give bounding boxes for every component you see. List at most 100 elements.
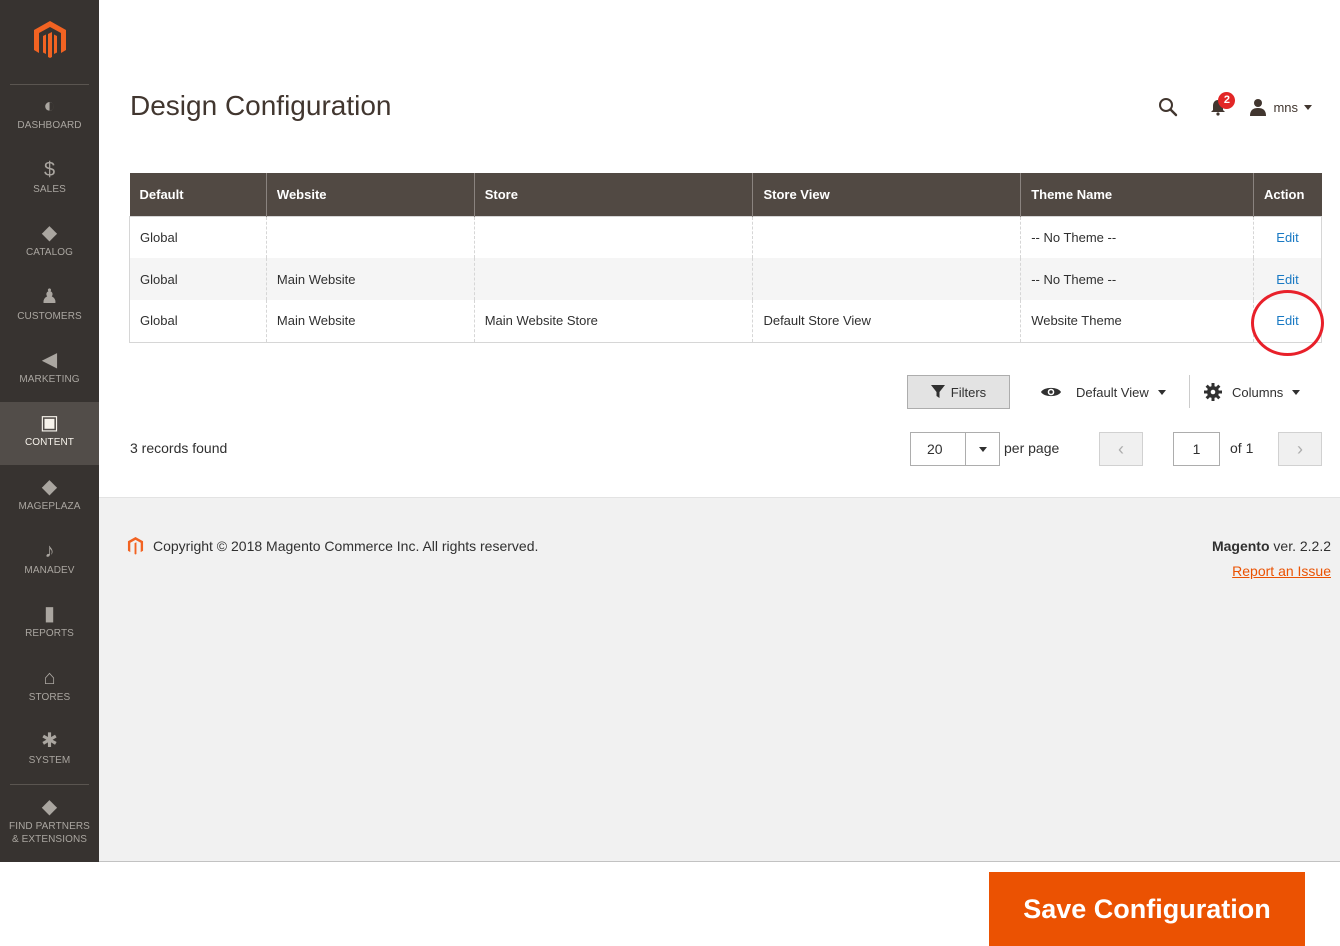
user-icon xyxy=(1250,99,1267,116)
sidebar-item-dashboard[interactable]: ◐ DASHBOARD xyxy=(0,85,99,148)
sidebar-item-manadev[interactable]: ♪ MANADEV xyxy=(0,530,99,593)
filter-icon xyxy=(930,385,945,398)
sidebar-item-system[interactable]: ✱ SYSTEM xyxy=(0,720,99,783)
next-page-button[interactable]: › xyxy=(1278,432,1322,466)
cell-website xyxy=(265,216,475,258)
sidebar-item-label: MARKETING xyxy=(19,374,80,385)
cell-default: Global xyxy=(129,258,267,300)
sidebar-item-mageplaza[interactable]: ◆ MAGEPLAZA xyxy=(0,466,99,529)
chevron-right-icon: › xyxy=(1297,438,1303,459)
sidebar-item-label: DASHBOARD xyxy=(17,120,82,131)
header-actions: 2 mns xyxy=(1153,92,1312,122)
table-row[interactable]: Global Main Website Main Website Store D… xyxy=(129,300,1322,343)
copyright-text: Copyright © 2018 Magento Commerce Inc. A… xyxy=(153,538,539,554)
per-page-toggle[interactable] xyxy=(966,433,999,465)
sidebar-item-label: STORES xyxy=(28,692,71,703)
cell-theme-name: -- No Theme -- xyxy=(1020,216,1254,258)
columns-selector[interactable]: Columns xyxy=(1204,380,1301,404)
magento-logo-icon[interactable] xyxy=(32,20,68,60)
cell-website: Main Website xyxy=(265,300,475,343)
per-page-select[interactable]: 20 xyxy=(910,432,1000,466)
brand-name: Magento xyxy=(1211,538,1270,554)
edit-link[interactable]: Edit xyxy=(1276,230,1298,245)
highlight-annotation-circle xyxy=(1251,290,1324,356)
view-label: Default View xyxy=(1076,384,1149,400)
column-header-website[interactable]: Website xyxy=(265,173,475,216)
sidebar-item-find-partners[interactable]: ◆ FIND PARTNERS & EXTENSIONS xyxy=(0,786,99,856)
column-header-default[interactable]: Default xyxy=(129,173,267,216)
cell-store: Main Website Store xyxy=(473,300,753,343)
edit-link[interactable]: Edit xyxy=(1276,272,1298,287)
column-header-store[interactable]: Store xyxy=(473,173,753,216)
sidebar-item-label: SYSTEM xyxy=(28,755,71,766)
gear-icon xyxy=(1204,383,1222,401)
sidebar-item-label: MANADEV xyxy=(24,565,75,576)
sidebar-item-label: FIND PARTNERS xyxy=(9,821,90,832)
table-row[interactable]: Global -- No Theme -- Edit xyxy=(130,216,1322,258)
chevron-down-icon xyxy=(1292,389,1301,395)
column-header-theme-name[interactable]: Theme Name xyxy=(1020,173,1254,216)
filters-button[interactable]: Filters xyxy=(907,375,1010,409)
report-issue-link[interactable]: Report an Issue xyxy=(1232,563,1331,579)
sidebar-item-label-line2: & EXTENSIONS xyxy=(11,834,88,845)
sidebar-item-sales[interactable]: $ SALES xyxy=(0,149,99,212)
chevron-down-icon xyxy=(1304,104,1312,110)
magento-logo-icon xyxy=(127,537,144,555)
dollar-icon: $ xyxy=(43,159,56,181)
user-account-menu[interactable]: mns xyxy=(1249,98,1312,116)
user-name: mns xyxy=(1273,99,1298,115)
cell-store-view: Default Store View xyxy=(752,300,1021,343)
storefront-icon: ⌂ xyxy=(43,667,56,689)
cell-store-view xyxy=(752,216,1021,258)
global-search-button[interactable] xyxy=(1153,92,1183,122)
sidebar-item-label: MAGEPLAZA xyxy=(18,501,81,512)
sidebar-item-label: CATALOG xyxy=(25,247,73,258)
sidebar-item-content[interactable]: ▣ CONTENT xyxy=(0,402,99,465)
chevron-down-icon xyxy=(1157,389,1166,395)
filters-label: Filters xyxy=(950,384,987,400)
chevron-left-icon: ‹ xyxy=(1118,438,1124,459)
admin-sidebar: ◐ DASHBOARD $ SALES ◆ CATALOG ♟ CUSTOMER… xyxy=(0,0,99,862)
cell-action: Edit xyxy=(1252,216,1322,258)
sidebar-divider xyxy=(10,784,89,785)
sidebar-item-customers[interactable]: ♟ CUSTOMERS xyxy=(0,276,99,339)
view-selector[interactable]: Default View xyxy=(1040,380,1166,404)
blocks-icon: ◆ xyxy=(41,796,58,818)
cell-store-view xyxy=(752,258,1021,300)
column-header-store-view[interactable]: Store View xyxy=(752,173,1021,216)
sidebar-item-label: CONTENT xyxy=(24,437,75,448)
cell-default: Global xyxy=(140,229,178,245)
columns-label: Columns xyxy=(1232,384,1284,400)
layout-icon: ▣ xyxy=(40,412,59,434)
sidebar-item-reports[interactable]: ▮ REPORTS xyxy=(0,593,99,656)
sidebar-item-stores[interactable]: ⌂ STORES xyxy=(0,657,99,720)
page-footer: Copyright © 2018 Magento Commerce Inc. A… xyxy=(99,497,1340,862)
design-config-grid: Default Website Store Store View Theme N… xyxy=(129,173,1322,343)
eye-icon xyxy=(1041,387,1061,397)
bar-chart-icon: ▮ xyxy=(43,603,55,625)
sidebar-item-catalog[interactable]: ◆ CATALOG xyxy=(0,212,99,275)
music-note-icon: ♪ xyxy=(44,540,55,562)
column-header-action: Action xyxy=(1252,173,1322,216)
sidebar-item-label: REPORTS xyxy=(25,628,74,639)
cell-theme-name: -- No Theme -- xyxy=(1020,258,1254,300)
notifications-button[interactable]: 2 xyxy=(1203,92,1236,122)
per-page-label: per page xyxy=(1004,440,1060,456)
cell-store xyxy=(473,216,753,258)
gear-icon: ✱ xyxy=(41,730,58,752)
cube-icon: ◆ xyxy=(41,476,58,498)
table-row[interactable]: Global Main Website -- No Theme -- Edit xyxy=(129,258,1322,300)
per-page-value: 20 xyxy=(911,433,966,465)
divider xyxy=(99,861,1340,862)
sidebar-item-marketing[interactable]: ◀ MARKETING xyxy=(0,339,99,402)
current-page-input[interactable] xyxy=(1173,432,1220,466)
dashboard-icon: ◐ xyxy=(43,95,56,117)
version-text: ver. 2.2.2 xyxy=(1269,538,1331,554)
cell-store xyxy=(473,258,753,300)
grid-header-row: Default Website Store Store View Theme N… xyxy=(129,173,1322,216)
cell-website: Main Website xyxy=(265,258,475,300)
previous-page-button[interactable]: ‹ xyxy=(1099,432,1143,466)
sidebar-item-label: SALES xyxy=(33,184,66,195)
save-configuration-button[interactable]: Save Configuration xyxy=(989,872,1305,946)
megaphone-icon: ◀ xyxy=(41,349,58,371)
